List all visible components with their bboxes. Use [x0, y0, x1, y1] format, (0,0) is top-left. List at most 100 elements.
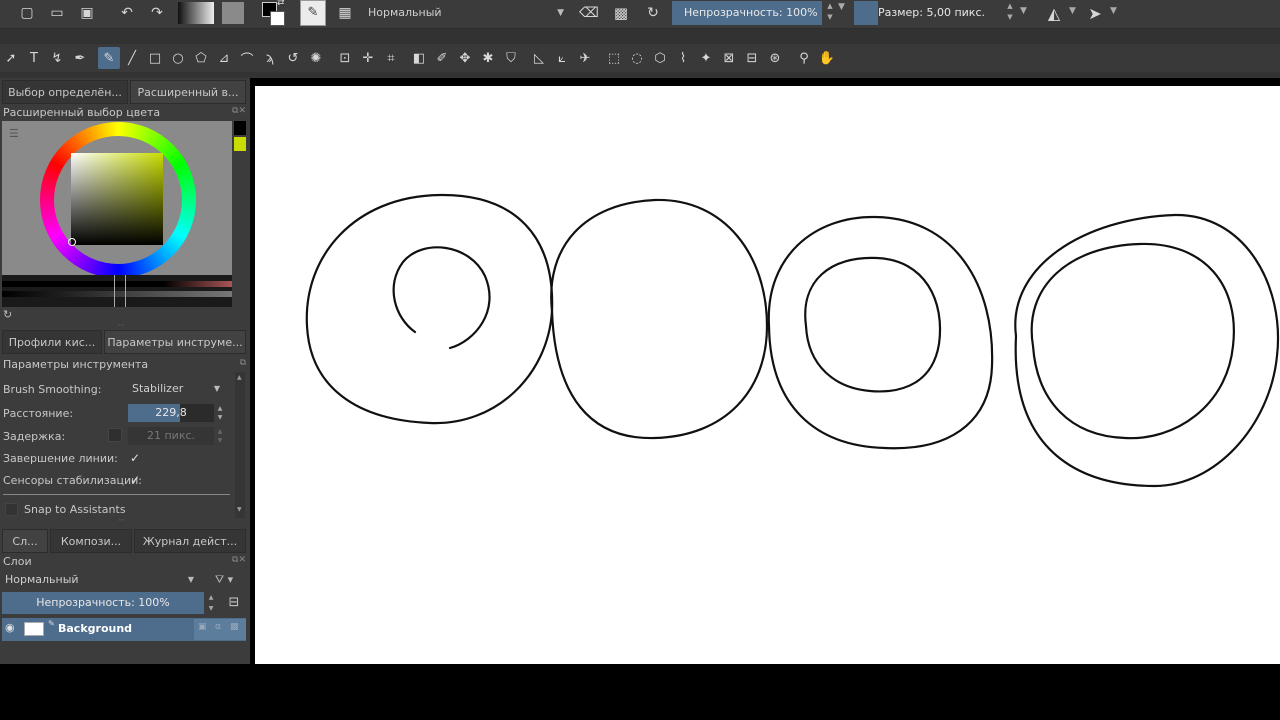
color-picker-handle[interactable] [68, 238, 76, 246]
multibrush-tool-icon[interactable]: ✺ [305, 47, 327, 69]
polygonal-select-tool-icon[interactable]: ⬡ [649, 47, 671, 69]
similar-color-select-tool-icon[interactable]: ⊠ [718, 47, 740, 69]
colorize-mask-tool-icon[interactable]: ✱ [477, 47, 499, 69]
scroll-down-icon[interactable]: ▼ [237, 506, 242, 513]
layer-blend-mode-dropdown[interactable]: Нормальный ▼ [2, 571, 198, 588]
swap-colors-icon[interactable]: ⇄ [277, 0, 285, 8]
alpha-inherit-icon[interactable]: α [215, 622, 221, 632]
polyline-tool-icon[interactable]: ⊿ [213, 47, 235, 69]
layer-properties-icon[interactable]: ⊟ [224, 594, 244, 612]
brush-preset-icon[interactable]: ✎ [300, 0, 326, 26]
fill-tool-icon[interactable]: ⛉ [500, 47, 522, 69]
fg-bg-color-selector[interactable]: ⇄ [260, 0, 286, 26]
pan-tool-icon[interactable]: ✋ [816, 47, 838, 69]
bezier-tool-icon[interactable]: ⌒ [236, 47, 258, 69]
calligraphy-tool-icon[interactable]: ✒ [69, 47, 91, 69]
gradient-selector[interactable] [178, 2, 214, 24]
size-spin-buttons[interactable]: ▲ ▼ [1004, 1, 1016, 25]
blend-mode-dropdown[interactable]: Нормальный ▼ [364, 2, 568, 24]
alpha-lock-icon[interactable]: ▩ [610, 2, 632, 24]
size-slider[interactable]: Размер: 5,00 пикс. [854, 1, 1002, 25]
rectangle-tool-icon[interactable]: □ [144, 47, 166, 69]
undo-icon[interactable]: ↶ [116, 2, 138, 24]
tab-tool-options[interactable]: Параметры инструме... [104, 330, 246, 354]
color-selector-settings-icon[interactable]: ☰ [9, 128, 21, 140]
line-tool-icon[interactable]: ╱ [121, 47, 143, 69]
contiguous-select-tool-icon[interactable]: ✦ [695, 47, 717, 69]
layer-filter-icon[interactable]: ⛛ ▾ [204, 571, 244, 588]
tab-specific-color-selector[interactable]: Выбор определён... [2, 80, 128, 104]
background-color-swatch[interactable] [270, 11, 285, 26]
distance-slider[interactable]: 229,8 [128, 404, 214, 422]
color-picker-tool-icon[interactable]: ✐ [431, 47, 453, 69]
save-icon[interactable]: ▣ [76, 2, 98, 24]
finish-line-checkbox[interactable]: ✓ [128, 451, 142, 465]
crop-tool-icon[interactable]: ⌗ [380, 47, 402, 69]
scroll-up-icon[interactable]: ▲ [237, 374, 242, 381]
redo-icon[interactable]: ↷ [146, 2, 168, 24]
rectangular-select-tool-icon[interactable]: ⬚ [603, 47, 625, 69]
background-color-indicator[interactable] [234, 137, 246, 151]
measure-tool-icon[interactable]: ⟀ [551, 47, 573, 69]
tab-undo-history[interactable]: Журнал дейст... [134, 529, 246, 553]
mirror-h-chevron-icon[interactable]: ▼ [1069, 6, 1076, 16]
layers-float-close-icon[interactable]: ⧉✕ [232, 555, 246, 565]
color-history-bars[interactable] [2, 275, 232, 307]
reload-preset-icon[interactable]: ↻ [642, 2, 664, 24]
mirror-v-chevron-icon[interactable]: ▼ [1110, 6, 1117, 16]
reference-images-tool-icon[interactable]: ✈ [574, 47, 596, 69]
layer-opacity-slider[interactable]: Непрозрачность: 100% [2, 592, 204, 614]
polygon-tool-icon[interactable]: ⬠ [190, 47, 212, 69]
eye-visibility-icon[interactable]: ◉ [5, 621, 15, 634]
assistant-tool-icon[interactable]: ◺ [528, 47, 550, 69]
alpha-lock-layer-icon[interactable]: ▩ [230, 622, 239, 632]
mirror-horizontal-icon[interactable]: ◭ [1043, 2, 1065, 24]
refresh-colors-icon[interactable]: ↻ [3, 308, 12, 321]
opacity-menu-chevron-icon[interactable]: ▼ [838, 2, 845, 12]
smart-patch-tool-icon[interactable]: ✥ [454, 47, 476, 69]
magnetic-select-tool-icon[interactable]: ⊛ [764, 47, 786, 69]
select-shapes-tool-icon[interactable]: ➚ [0, 47, 22, 69]
text-tool-icon[interactable]: T [23, 47, 45, 69]
bezier-select-tool-icon[interactable]: ⊟ [741, 47, 763, 69]
panel-splitter-grip[interactable]: ⋯ [118, 516, 125, 524]
brush-presets-grid-icon[interactable]: ▦ [334, 2, 356, 24]
edit-shapes-tool-icon[interactable]: ↯ [46, 47, 68, 69]
tab-advanced-color-selector[interactable]: Расширенный в... [130, 80, 246, 104]
freehand-select-tool-icon[interactable]: ⌇ [672, 47, 694, 69]
opacity-slider[interactable]: Непрозрачность: 100% [672, 1, 822, 25]
size-menu-chevron-icon[interactable]: ▼ [1020, 6, 1027, 16]
tab-brush-presets[interactable]: Профили кис... [2, 330, 102, 354]
eraser-icon[interactable]: ⌫ [578, 2, 600, 24]
snap-to-assistants-checkbox[interactable] [5, 503, 18, 516]
distance-spin-buttons[interactable]: ▲ ▼ [215, 404, 225, 422]
tab-compositions[interactable]: Компози... [50, 529, 132, 553]
brush-smoothing-dropdown[interactable]: Stabilizer ▼ [128, 380, 224, 398]
new-document-icon[interactable]: ▢ [16, 2, 38, 24]
panel-splitter-grip[interactable]: ⋯ [118, 321, 125, 329]
saturation-value-square[interactable] [71, 153, 163, 245]
freehand-path-tool-icon[interactable]: ϡ [259, 47, 281, 69]
stabilize-sensors-checkbox[interactable]: ✓ [128, 473, 142, 487]
tool-options-scrollbar[interactable]: ▲ ▼ [235, 372, 245, 518]
delay-spin-buttons[interactable]: ▲ ▼ [215, 427, 225, 445]
lock-icon[interactable]: ▣ [198, 622, 207, 632]
dynamic-brush-tool-icon[interactable]: ↺ [282, 47, 304, 69]
tool-options-float-icon[interactable]: ⧉ [240, 358, 246, 368]
pattern-selector[interactable] [222, 2, 244, 24]
transform-tool-icon[interactable]: ⊡ [334, 47, 356, 69]
opacity-spin-buttons[interactable]: ▲ ▼ [824, 1, 836, 25]
delay-checkbox[interactable] [108, 428, 122, 442]
delay-field[interactable]: 21 пикс. [128, 427, 214, 445]
elliptical-select-tool-icon[interactable]: ◌ [626, 47, 648, 69]
gradient-tool-icon[interactable]: ◧ [408, 47, 430, 69]
tab-layers[interactable]: Сл... [2, 529, 48, 553]
move-tool-icon[interactable]: ✛ [357, 47, 379, 69]
freehand-brush-tool-icon[interactable]: ✎ [98, 47, 120, 69]
drawing-canvas[interactable] [255, 86, 1280, 664]
zoom-tool-icon[interactable]: ⚲ [793, 47, 815, 69]
ellipse-tool-icon[interactable]: ○ [167, 47, 189, 69]
open-folder-icon[interactable]: ▭ [46, 2, 68, 24]
mirror-vertical-icon[interactable]: ➤ [1084, 2, 1106, 24]
panel-float-close-icon[interactable]: ⧉✕ [232, 106, 246, 116]
